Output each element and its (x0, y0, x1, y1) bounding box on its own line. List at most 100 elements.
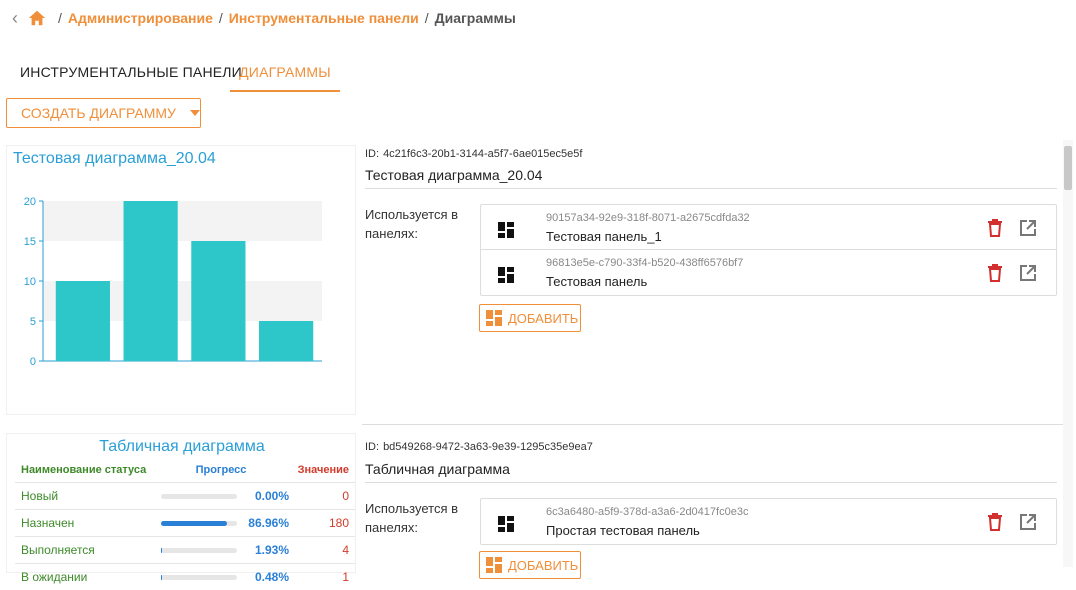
dashboard-icon (498, 516, 514, 532)
add-panel-label: ДОБАВИТЬ (508, 558, 578, 573)
scrollbar-track[interactable] (1063, 140, 1073, 567)
back-chevron-icon[interactable]: ‹ (12, 8, 26, 29)
used-in-label: Используется в панелях: (365, 499, 465, 537)
y-tick-label: 0 (30, 356, 36, 368)
bar (259, 321, 313, 361)
panel-list: 6c3a6480-a5f9-378d-a3a6-2d0417fc0e3c Про… (480, 498, 1057, 545)
table-row: Новый 0.00%0 (15, 483, 355, 510)
y-tick-label: 15 (24, 236, 36, 248)
panel-id: 6c3a6480-a5f9-378d-a3a6-2d0417fc0e3c (546, 506, 748, 518)
tab-dashboards[interactable]: ИНСТРУМЕНТАЛЬНЫЕ ПАНЕЛИ (20, 54, 242, 90)
progress-percent: 0.00% (237, 489, 289, 503)
status-name: В ожидании (15, 564, 150, 590)
divider-line (365, 482, 1057, 483)
breadcrumb-link-administration[interactable]: Администрирование (68, 10, 213, 26)
breadcrumb-separator: / (425, 10, 429, 26)
y-tick-label: 20 (24, 196, 36, 208)
table-chart-title: Табличная диаграмма (7, 438, 357, 456)
panel-id: 96813e5e-c790-33f4-b520-438ff6576bf7 (546, 257, 743, 269)
create-chart-button[interactable]: СОЗДАТЬ ДИАГРАММУ (6, 98, 201, 128)
breadcrumb: ‹ / Администрирование / Инструментальные… (12, 8, 516, 28)
table-row: Назначен 86.96%180 (15, 510, 355, 537)
caret-down-icon (190, 110, 200, 116)
progress-cell: 0.48% (150, 564, 292, 590)
chart-name: Тестовая диаграмма_20.04 (365, 167, 542, 183)
progress-bar (161, 548, 237, 553)
trash-icon[interactable] (987, 513, 1003, 531)
breadcrumb-link-dashboards[interactable]: Инструментальные панели (229, 10, 419, 26)
status-value: 1 (292, 564, 355, 590)
home-icon[interactable] (28, 9, 46, 27)
panel-row: 6c3a6480-a5f9-378d-a3a6-2d0417fc0e3c Про… (481, 499, 1056, 544)
used-in-label: Используется в панелях: (365, 205, 465, 243)
chart-id: 4c21f6c3-20b1-3144-a5f7-6ae015ec5e5f (383, 148, 582, 160)
status-name: Новый (15, 483, 150, 510)
progress-bar (161, 494, 237, 499)
bar-chart: 0 5 10 15 20 (7, 146, 357, 416)
panel-list: 90157a34-92e9-318f-8071-a2675cdfda32 Тес… (480, 204, 1057, 296)
add-panel-button[interactable]: ДОБАВИТЬ (479, 304, 581, 332)
grid-band (43, 201, 322, 241)
progress-fill (161, 521, 227, 526)
header-status-name: Наименование статуса (15, 458, 150, 483)
dashboard-add-icon (486, 557, 502, 573)
panel-row: 90157a34-92e9-318f-8071-a2675cdfda32 Тес… (481, 205, 1056, 250)
progress-fill (161, 548, 162, 553)
status-table: Наименование статуса Прогресс Значение Н… (15, 458, 355, 590)
open-external-icon[interactable] (1019, 219, 1037, 237)
status-value: 4 (292, 537, 355, 564)
divider-line (365, 188, 1057, 189)
chart-id-label: ID: (365, 148, 379, 160)
header-value: Значение (292, 458, 355, 483)
chart-id: bd549268-9472-3a63-9e39-1295c35e9ea7 (383, 441, 593, 453)
dashboard-icon (498, 267, 514, 283)
progress-bar (161, 521, 237, 526)
y-tick-label: 5 (30, 316, 36, 328)
progress-cell: 1.93% (150, 537, 292, 564)
progress-cell: 0.00% (150, 483, 292, 510)
panel-name: Тестовая панель (546, 274, 647, 289)
status-name: Назначен (15, 510, 150, 537)
card-divider (362, 424, 1072, 425)
panel-id: 90157a34-92e9-318f-8071-a2675cdfda32 (546, 212, 750, 224)
header-progress: Прогресс (150, 458, 292, 483)
add-panel-button[interactable]: ДОБАВИТЬ (479, 551, 581, 579)
chart-id-line: ID: bd549268-9472-3a63-9e39-1295c35e9ea7 (365, 441, 593, 453)
status-value: 0 (292, 483, 355, 510)
table-header-row: Наименование статуса Прогресс Значение (15, 458, 355, 483)
table-row: Выполняется 1.93%4 (15, 537, 355, 564)
create-chart-label: СОЗДАТЬ ДИАГРАММУ (21, 105, 176, 121)
tab-charts[interactable]: ДИАГРАММЫ (230, 54, 340, 92)
chart-id-label: ID: (365, 441, 379, 453)
open-external-icon[interactable] (1019, 264, 1037, 282)
chart-preview-table: Табличная диаграмма Наименование статуса… (6, 433, 356, 573)
bar (124, 201, 178, 361)
trash-icon[interactable] (987, 264, 1003, 282)
dashboard-icon (498, 222, 514, 238)
chart-preview-bar: Тестовая диаграмма_20.04 05101520 (6, 145, 356, 415)
open-external-icon[interactable] (1019, 513, 1037, 531)
status-name: Выполняется (15, 537, 150, 564)
bar (56, 281, 110, 361)
progress-percent: 1.93% (237, 543, 289, 557)
panel-row: 96813e5e-c790-33f4-b520-438ff6576bf7 Тес… (481, 250, 1056, 295)
add-panel-label: ДОБАВИТЬ (508, 311, 578, 326)
trash-icon[interactable] (987, 219, 1003, 237)
breadcrumb-separator: / (58, 10, 62, 26)
chart-name: Табличная диаграмма (365, 461, 510, 477)
y-tick-label: 10 (24, 276, 36, 288)
scrollbar-thumb[interactable] (1064, 146, 1072, 190)
status-value: 180 (292, 510, 355, 537)
progress-percent: 86.96% (237, 516, 289, 530)
progress-percent: 0.48% (237, 570, 289, 584)
panel-name: Тестовая панель_1 (546, 229, 662, 244)
dashboard-add-icon (486, 310, 502, 326)
chart-id-line: ID: 4c21f6c3-20b1-3144-a5f7-6ae015ec5e5f (365, 148, 582, 160)
progress-bar (161, 575, 237, 580)
bar (191, 241, 245, 361)
breadcrumb-separator: / (219, 10, 223, 26)
table-row: В ожидании 0.48%1 (15, 564, 355, 590)
panel-name: Простая тестовая панель (546, 523, 700, 538)
progress-cell: 86.96% (150, 510, 292, 537)
breadcrumb-current: Диаграммы (435, 10, 516, 26)
